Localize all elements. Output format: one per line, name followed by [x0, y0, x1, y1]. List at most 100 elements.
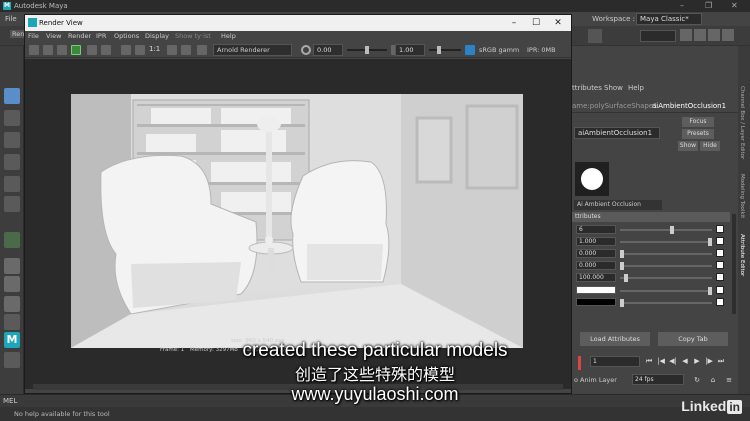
map-button-icon[interactable]: [716, 225, 724, 233]
rv-close-icon[interactable]: ✕: [547, 15, 569, 31]
rv-menu-render[interactable]: Render: [68, 31, 91, 42]
hide-button[interactable]: Hide: [700, 141, 720, 151]
attr-row-far-clip[interactable]: 100.000: [576, 273, 726, 283]
attr-row-far-clip-offset[interactable]: 0.000: [576, 261, 726, 271]
rgb-channel-icon[interactable]: [121, 45, 131, 55]
shelf-icon[interactable]: [722, 29, 734, 41]
attr-slider[interactable]: [620, 250, 712, 258]
gamma-slider[interactable]: [429, 46, 461, 54]
move-tool-icon[interactable]: [4, 154, 20, 170]
slider-knob[interactable]: [670, 226, 674, 234]
slider-knob[interactable]: [365, 46, 369, 54]
layout-outliner-icon[interactable]: [4, 314, 20, 330]
maya-menu-file[interactable]: File: [5, 12, 17, 26]
map-button-icon[interactable]: [716, 261, 724, 269]
ae-menu-show[interactable]: Show: [604, 82, 623, 94]
spread-field[interactable]: 1.000: [576, 237, 616, 246]
keep-image-icon[interactable]: [87, 45, 97, 55]
tab-poly-surface-shape[interactable]: ame:polySurfaceShape1: [572, 99, 658, 113]
far-clip-field[interactable]: 100.000: [576, 273, 616, 282]
exposure-field[interactable]: 0.00: [313, 44, 343, 56]
color-space-label[interactable]: sRGB gamm: [479, 46, 519, 54]
ae-section-header[interactable]: ttributes: [572, 212, 730, 222]
map-button-icon[interactable]: [716, 286, 724, 294]
shelf-icon[interactable]: [694, 29, 706, 41]
rv-maximize-icon[interactable]: ☐: [525, 15, 547, 31]
map-button-icon[interactable]: [716, 273, 724, 281]
rv-menu-display[interactable]: Display: [145, 31, 169, 42]
layout-two-icon[interactable]: [4, 296, 20, 312]
lasso-tool-icon[interactable]: [4, 110, 20, 126]
display-icon[interactable]: [181, 45, 191, 55]
show-button[interactable]: Show: [678, 141, 698, 151]
render-region-icon[interactable]: [71, 45, 81, 55]
layout-single-icon[interactable]: [4, 258, 20, 274]
exposure-slider[interactable]: [347, 46, 387, 54]
side-tab-channel-box[interactable]: Channel Box / Layer Editor: [739, 86, 745, 159]
display-icon[interactable]: [167, 45, 177, 55]
layout-four-icon[interactable]: [4, 276, 20, 292]
attr-row-near-clip[interactable]: 0.000: [576, 249, 726, 259]
node-type-select[interactable]: Ai Ambient Occlusion: [574, 200, 662, 210]
shelf-icon[interactable]: [708, 29, 720, 41]
display-icon[interactable]: [197, 45, 207, 55]
attr-slider[interactable]: [620, 238, 712, 246]
slider-knob[interactable]: [708, 238, 712, 246]
select-tool-icon[interactable]: [4, 88, 20, 104]
slider-knob[interactable]: [708, 287, 712, 295]
presets-button[interactable]: Presets: [682, 129, 714, 139]
ipr-render-icon[interactable]: [43, 45, 53, 55]
attr-row-samples[interactable]: 6: [576, 225, 726, 235]
ratio-label[interactable]: 1:1: [149, 45, 160, 53]
paint-tool-icon[interactable]: [4, 132, 20, 148]
ae-menu-attributes[interactable]: ttributes: [572, 82, 602, 94]
samples-field[interactable]: 6: [576, 225, 616, 234]
attr-slider[interactable]: [620, 226, 712, 234]
minimize-icon[interactable]: –: [680, 0, 684, 12]
side-tab-modeling-toolkit[interactable]: Modeling Toolkit: [739, 174, 745, 218]
rv-menu-options[interactable]: Options: [114, 31, 139, 42]
rv-minimize-icon[interactable]: –: [503, 15, 525, 31]
ae-scrollbar[interactable]: [732, 214, 736, 314]
alpha-channel-icon[interactable]: [135, 45, 145, 55]
tab-ai-ambient-occlusion[interactable]: aiAmbientOcclusion1: [652, 99, 726, 113]
slider-knob[interactable]: [620, 250, 624, 258]
slider-knob[interactable]: [620, 262, 624, 270]
attr-row-black[interactable]: [576, 298, 726, 308]
shelf-icon[interactable]: [588, 29, 602, 43]
rv-menu-file[interactable]: File: [28, 31, 39, 42]
slider-knob[interactable]: [624, 274, 628, 282]
shelf-field[interactable]: [640, 30, 676, 42]
rv-menu-ipr[interactable]: IPR: [96, 31, 106, 42]
focus-button[interactable]: Focus: [682, 117, 714, 127]
close-icon[interactable]: ✕: [731, 0, 738, 12]
map-button-icon[interactable]: [716, 249, 724, 257]
attr-row-spread[interactable]: 1.000: [576, 237, 726, 247]
snapshot-icon[interactable]: [57, 45, 67, 55]
rv-menu-view[interactable]: View: [46, 31, 61, 42]
attr-slider[interactable]: [620, 274, 712, 282]
color-management-icon[interactable]: [465, 45, 475, 55]
slider-knob[interactable]: [620, 299, 624, 307]
attr-slider[interactable]: [620, 262, 712, 270]
attr-row-white[interactable]: [576, 286, 726, 296]
gamma-field[interactable]: 1.00: [395, 44, 425, 56]
restore-icon[interactable]: ❐: [705, 0, 712, 12]
node-name-field[interactable]: aiAmbientOcclusion1: [574, 127, 660, 139]
near-clip-field[interactable]: 0.000: [576, 249, 616, 258]
rv-menu-show[interactable]: Show ty·ist: [175, 31, 211, 42]
shelf-icon[interactable]: [680, 29, 692, 41]
rv-menu-help[interactable]: Help: [221, 31, 236, 42]
attr-slider[interactable]: [620, 287, 712, 295]
redo-render-icon[interactable]: [29, 45, 39, 55]
workspace-select[interactable]: Maya Classic*: [636, 13, 702, 25]
renderer-select[interactable]: Arnold Renderer: [213, 44, 292, 56]
rotate-tool-icon[interactable]: [4, 176, 20, 192]
scale-tool-icon[interactable]: [4, 196, 20, 212]
ae-menu-help[interactable]: Help: [628, 82, 644, 94]
offset-field[interactable]: 0.000: [576, 261, 616, 270]
slider-knob[interactable]: [437, 46, 441, 54]
remove-image-icon[interactable]: [101, 45, 111, 55]
map-button-icon[interactable]: [716, 298, 724, 306]
attr-slider[interactable]: [620, 299, 712, 307]
